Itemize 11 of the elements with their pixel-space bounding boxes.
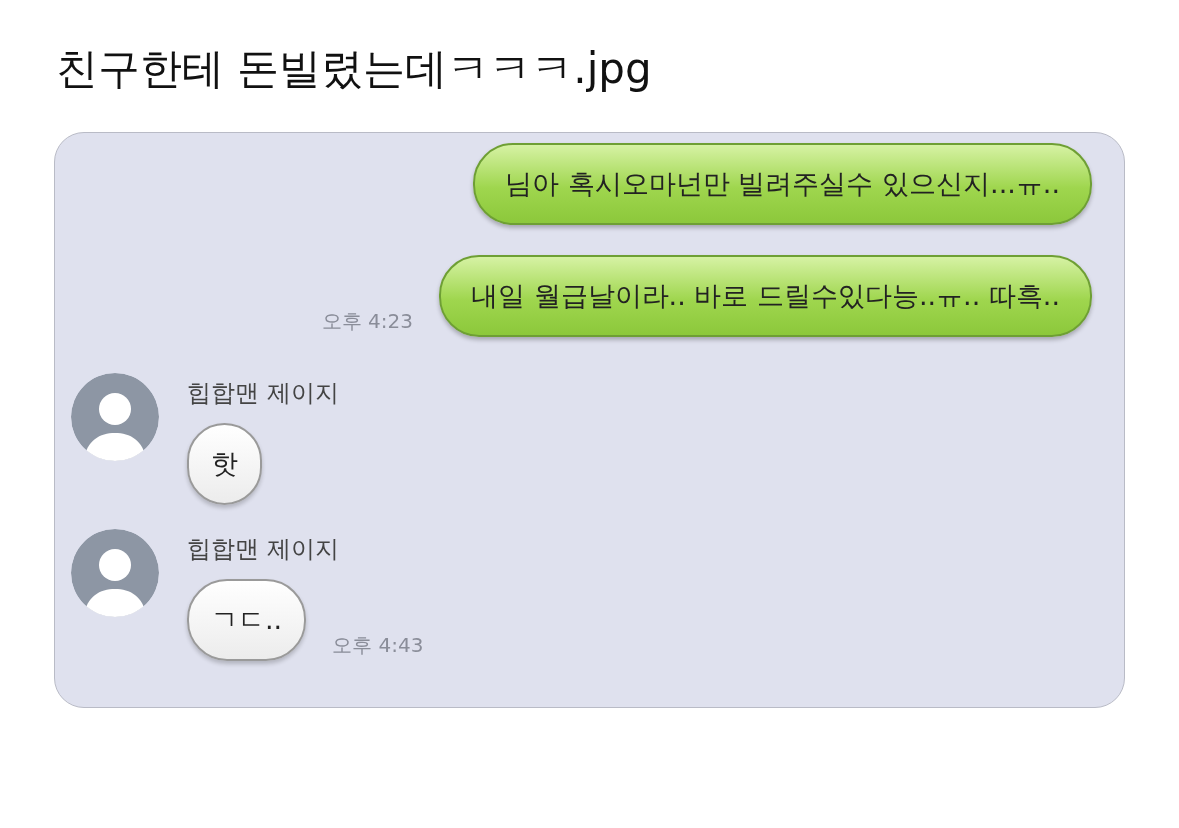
message-bubble: 내일 월급날이라.. 바로 드릴수있다능..ㅠ.. 따흑..: [439, 255, 1092, 337]
message-time: 오후 4:23: [321, 308, 413, 335]
post-title: 친구한테 돈빌렸는데ㅋㅋㅋ.jpg: [56, 43, 653, 95]
sender-name: 힙합맨 제이지: [187, 378, 339, 409]
avatar-icon: [71, 373, 159, 461]
message-bubble: ㄱㄷ..: [187, 579, 307, 661]
sender-name: 힙합맨 제이지: [187, 534, 340, 565]
message-time: 오후 4:43: [332, 632, 424, 659]
message-bubble: 님아 혹시오마넌만 빌려주실수 있으신지...ㅠ..: [473, 143, 1092, 225]
avatar-icon: [71, 529, 159, 617]
message-bubble: 핫: [187, 423, 262, 505]
